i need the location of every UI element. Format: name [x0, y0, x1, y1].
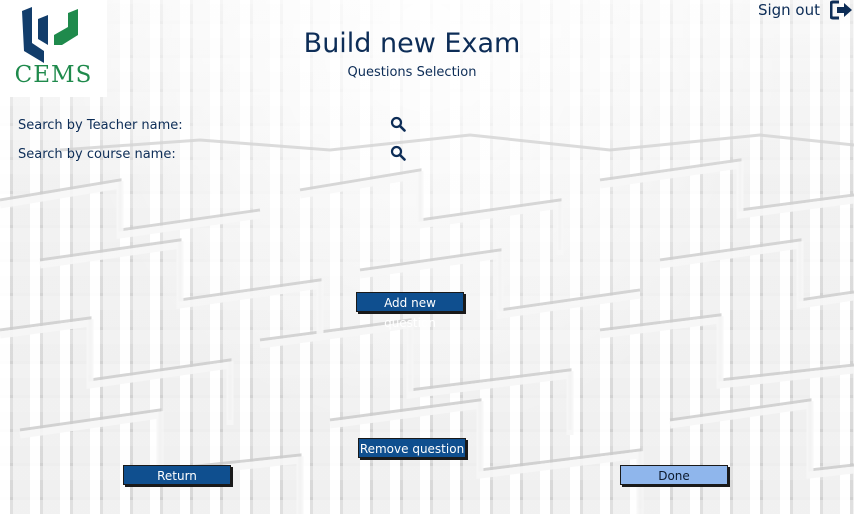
add-new-question-button[interactable]: Add new question [356, 292, 464, 330]
teacher-search-row: Search by Teacher name: [18, 116, 418, 138]
course-search-label: Search by course name: [18, 147, 176, 162]
course-search-row: Search by course name: [18, 145, 418, 167]
remove-question-button[interactable]: Remove question [358, 438, 466, 458]
sign-out-label: Sign out [757, 1, 820, 19]
page-subtitle: Questions Selection [347, 65, 477, 80]
search-icon[interactable] [390, 116, 406, 132]
teacher-search-label: Search by Teacher name: [18, 118, 183, 133]
search-icon[interactable] [390, 145, 406, 161]
sign-out-button[interactable]: Sign out [758, 0, 854, 20]
return-button[interactable]: Return [123, 465, 231, 485]
page-title: Build new Exam [303, 28, 521, 59]
sign-out-icon[interactable] [830, 0, 854, 20]
done-button[interactable]: Done [620, 465, 728, 485]
